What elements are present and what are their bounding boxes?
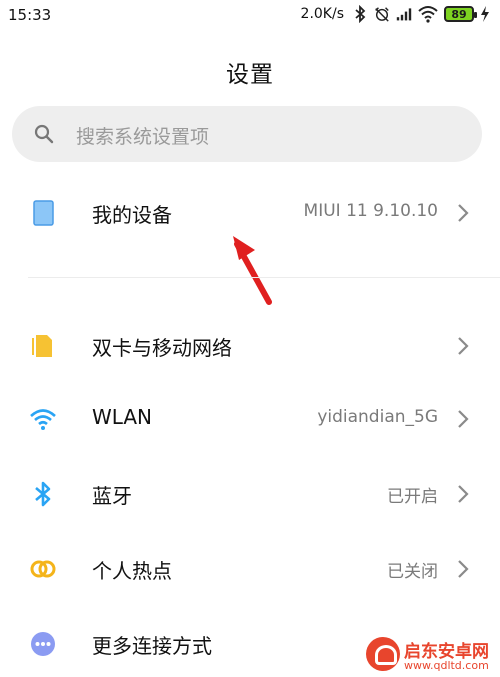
settings-item-label: 蓝牙: [92, 484, 132, 508]
search-icon: [34, 124, 54, 144]
settings-item-label: 双卡与移动网络: [92, 336, 232, 360]
watermark-url: www.qdltd.com: [404, 659, 489, 672]
wifi-icon: [418, 6, 438, 23]
chevron-right-icon: [458, 337, 469, 355]
settings-item-value: MIUI 11 9.10.10: [303, 201, 438, 221]
watermark: 启东安卓网 www.qdltd.com: [366, 633, 496, 675]
chevron-right-icon: [458, 560, 469, 578]
bluetooth-icon: [355, 5, 366, 23]
settings-item-value: 已开启: [387, 487, 438, 507]
chevron-right-icon: [458, 204, 469, 222]
settings-item-label: 更多连接方式: [92, 634, 212, 658]
settings-item-bluetooth[interactable]: 蓝牙 已开启: [0, 464, 500, 524]
battery-icon: 89: [444, 6, 477, 22]
chevron-right-icon: [458, 485, 469, 503]
settings-item-label: 我的设备: [92, 203, 172, 227]
status-bar: 15:33 2.0K/s 89: [0, 0, 500, 30]
settings-item-value: yidiandian_5G: [317, 407, 438, 427]
search-input[interactable]: 搜索系统设置项: [76, 122, 209, 149]
wifi-icon: [30, 409, 56, 430]
sim-card-icon: [32, 335, 52, 357]
settings-item-label: 个人热点: [92, 559, 172, 583]
alarm-off-icon: [375, 7, 389, 22]
page-title: 设置: [226, 62, 274, 88]
settings-item-label: WLAN: [92, 405, 153, 429]
status-icons: 2.0K/s 89: [301, 5, 490, 23]
signal-icon: [396, 8, 412, 21]
watermark-logo-icon: [366, 637, 400, 671]
status-time: 15:33: [8, 6, 52, 24]
charging-icon: [481, 6, 489, 22]
settings-item-value: 已关闭: [387, 562, 438, 582]
settings-item-hotspot[interactable]: 个人热点 已关闭: [0, 539, 500, 599]
device-icon: [33, 200, 54, 226]
red-arrow-annotation: [233, 236, 272, 305]
more-connections-icon: [31, 632, 55, 656]
battery-level: 89: [451, 7, 467, 21]
chevron-right-icon: [458, 410, 469, 428]
hotspot-icon: [30, 560, 56, 578]
section-divider: [28, 277, 500, 278]
settings-item-dual-sim[interactable]: 双卡与移动网络: [0, 316, 500, 376]
settings-item-wlan[interactable]: WLAN yidiandian_5G: [0, 389, 500, 449]
bluetooth-icon: [35, 481, 51, 507]
search-bar[interactable]: 搜索系统设置项: [12, 106, 482, 162]
network-speed: 2.0K/s: [300, 6, 344, 22]
